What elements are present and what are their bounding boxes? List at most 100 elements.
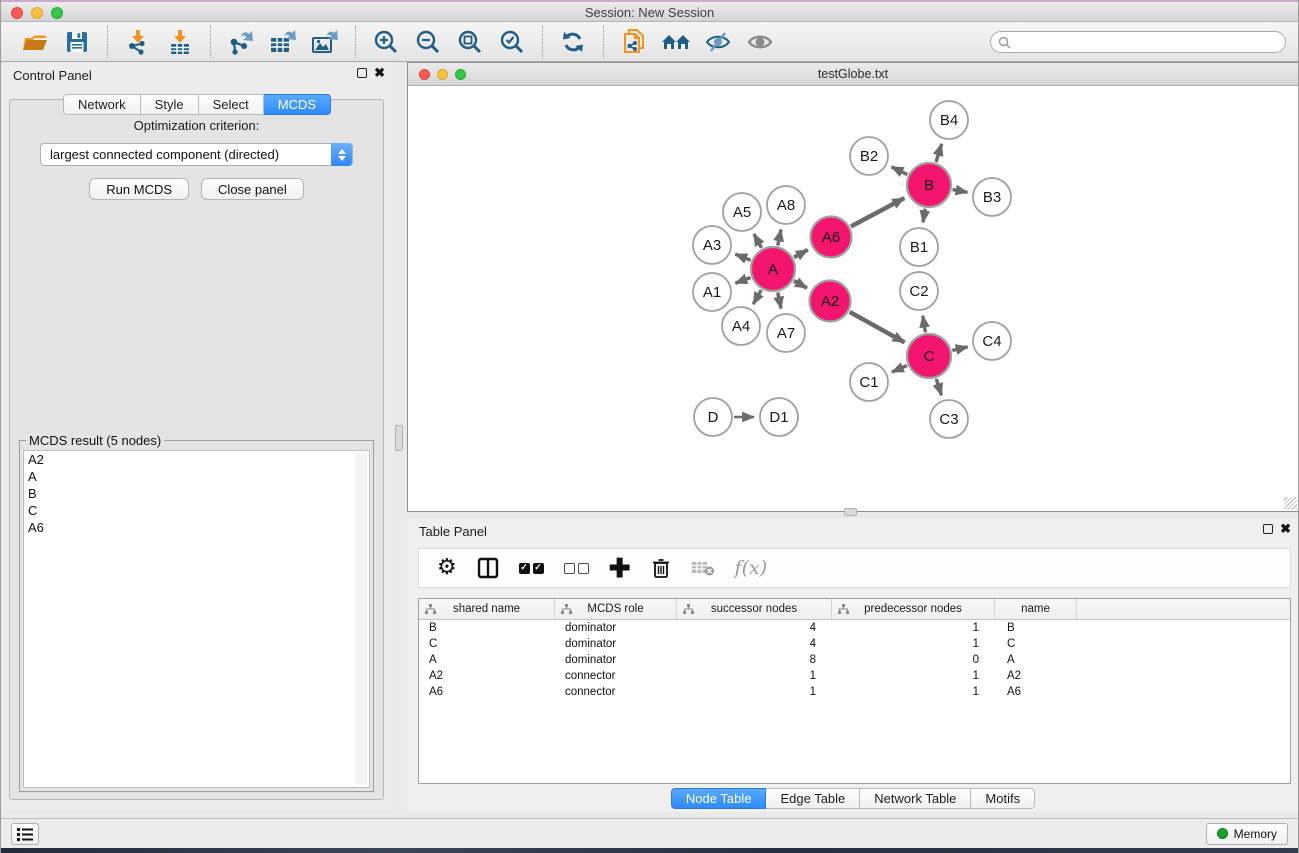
- table-cell[interactable]: connector: [555, 670, 677, 682]
- float-table-panel-icon[interactable]: [1263, 524, 1273, 534]
- tab-network-table[interactable]: Network Table: [860, 788, 971, 809]
- graph-edge-A-A4[interactable]: [753, 290, 761, 304]
- table-cell[interactable]: A2: [419, 670, 555, 682]
- show-columns-button[interactable]: [477, 554, 499, 582]
- delete-column-button[interactable]: [651, 554, 671, 582]
- table-cell[interactable]: dominator: [555, 638, 677, 650]
- graph-node-C[interactable]: C: [907, 334, 951, 378]
- table-row[interactable]: Bdominator41B: [419, 620, 1290, 636]
- zoom-selected-button[interactable]: [494, 26, 530, 58]
- table-cell[interactable]: 1: [832, 638, 995, 650]
- select-all-button[interactable]: [519, 554, 544, 582]
- export-image-button[interactable]: [307, 26, 343, 58]
- column-header-shared-name[interactable]: shared name: [419, 599, 555, 619]
- eye-button[interactable]: [742, 26, 778, 58]
- zoom-in-button[interactable]: [368, 26, 404, 58]
- table-cell[interactable]: B: [419, 622, 555, 634]
- graph-edge-A-A2[interactable]: [794, 281, 807, 288]
- table-cell[interactable]: C: [995, 638, 1077, 650]
- graph-edge-A2-C[interactable]: [850, 312, 905, 342]
- graph-node-C1[interactable]: C1: [850, 363, 888, 401]
- table-row[interactable]: Adominator80A: [419, 652, 1290, 668]
- table-cell[interactable]: 1: [832, 622, 995, 634]
- mcds-result-item[interactable]: A: [24, 468, 369, 485]
- import-table-button[interactable]: [162, 26, 198, 58]
- close-panel-button[interactable]: Close panel: [201, 178, 304, 200]
- graph-node-B1[interactable]: B1: [900, 228, 938, 266]
- column-header-predecessor-nodes[interactable]: predecessor nodes: [832, 599, 995, 619]
- tab-style[interactable]: Style: [141, 94, 199, 115]
- delete-table-button[interactable]: [691, 554, 715, 582]
- graph-edge-A-A8[interactable]: [778, 229, 781, 245]
- mcds-result-item[interactable]: A6: [24, 519, 369, 536]
- horizontal-split-grip[interactable]: [844, 508, 857, 516]
- tab-node-table[interactable]: Node Table: [671, 788, 767, 809]
- table-cell[interactable]: C: [419, 638, 555, 650]
- slashed-eye-button[interactable]: [700, 26, 736, 58]
- column-header-mcds-role[interactable]: MCDS role: [555, 599, 677, 619]
- optimization-criterion-dropdown[interactable]: largest connected component (directed): [40, 143, 353, 166]
- mcds-result-list[interactable]: A2ABCA6: [23, 450, 370, 788]
- close-table-panel-icon[interactable]: ✖: [1280, 524, 1291, 534]
- graph-edge-B-B1[interactable]: [923, 209, 925, 223]
- mcds-result-item[interactable]: B: [24, 485, 369, 502]
- graph-edge-A-A5[interactable]: [754, 234, 762, 248]
- table-cell[interactable]: dominator: [555, 622, 677, 634]
- table-row[interactable]: A6connector11A6: [419, 684, 1290, 700]
- graph-edge-A6-B[interactable]: [851, 198, 904, 226]
- mcds-result-item[interactable]: C: [24, 502, 369, 519]
- table-cell[interactable]: connector: [555, 686, 677, 698]
- open-session-button[interactable]: [17, 26, 53, 58]
- graph-edge-C-C3[interactable]: [936, 379, 941, 395]
- zoom-fit-button[interactable]: [452, 26, 488, 58]
- search-input[interactable]: [990, 31, 1286, 53]
- graph-edge-A-A3[interactable]: [735, 254, 750, 260]
- tab-mcds[interactable]: MCDS: [264, 94, 331, 115]
- graph-node-B2[interactable]: B2: [850, 137, 888, 175]
- table-cell[interactable]: A2: [995, 670, 1077, 682]
- table-cell[interactable]: 4: [677, 638, 832, 650]
- graph-edge-C-C4[interactable]: [952, 347, 967, 351]
- table-cell[interactable]: A6: [995, 686, 1077, 698]
- memory-button[interactable]: Memory: [1206, 823, 1288, 845]
- network-graph[interactable]: ABCA6A2A1A3A4A5A7A8B1B2B3B4C1C2C3C4DD1: [408, 86, 1298, 511]
- graph-edge-B-B3[interactable]: [953, 189, 968, 192]
- graph-edge-A-A7[interactable]: [778, 293, 781, 309]
- graph-node-B[interactable]: B: [907, 163, 951, 207]
- table-cell[interactable]: A: [419, 654, 555, 666]
- table-settings-button[interactable]: ⚙: [437, 554, 457, 582]
- vertical-split-grip[interactable]: [395, 425, 403, 451]
- graph-node-C3[interactable]: C3: [930, 400, 968, 438]
- column-header-name[interactable]: name: [995, 599, 1077, 619]
- refresh-button[interactable]: [555, 26, 591, 58]
- graph-node-C2[interactable]: C2: [900, 272, 938, 310]
- graph-node-A2[interactable]: A2: [810, 281, 851, 322]
- table-cell[interactable]: dominator: [555, 654, 677, 666]
- zoom-out-button[interactable]: [410, 26, 446, 58]
- table-row[interactable]: Cdominator41C: [419, 636, 1290, 652]
- tab-motifs[interactable]: Motifs: [971, 788, 1035, 809]
- graph-node-A1[interactable]: A1: [693, 273, 731, 311]
- save-session-button[interactable]: [59, 26, 95, 58]
- houses-button[interactable]: [658, 26, 694, 58]
- graph-node-A7[interactable]: A7: [767, 314, 805, 352]
- table-cell[interactable]: 8: [677, 654, 832, 666]
- graph-edge-C-C1[interactable]: [892, 366, 907, 373]
- table-cell[interactable]: 4: [677, 622, 832, 634]
- graph-node-A5[interactable]: A5: [723, 193, 761, 231]
- table-cell[interactable]: 1: [832, 686, 995, 698]
- graph-node-A[interactable]: A: [751, 247, 795, 291]
- table-cell[interactable]: A6: [419, 686, 555, 698]
- graph-edge-A-A6[interactable]: [794, 250, 808, 258]
- column-header-successor-nodes[interactable]: successor nodes: [677, 599, 832, 619]
- function-builder-button[interactable]: f(x): [735, 554, 768, 582]
- float-panel-icon[interactable]: [357, 68, 367, 78]
- graph-node-B4[interactable]: B4: [930, 101, 968, 139]
- tab-network[interactable]: Network: [63, 94, 141, 115]
- new-network-from-selection-button[interactable]: [616, 26, 652, 58]
- table-cell[interactable]: 1: [677, 670, 832, 682]
- table-cell[interactable]: 1: [832, 670, 995, 682]
- graph-edge-B-B2[interactable]: [892, 167, 908, 175]
- graph-node-D[interactable]: D: [694, 398, 732, 436]
- table-cell[interactable]: 0: [832, 654, 995, 666]
